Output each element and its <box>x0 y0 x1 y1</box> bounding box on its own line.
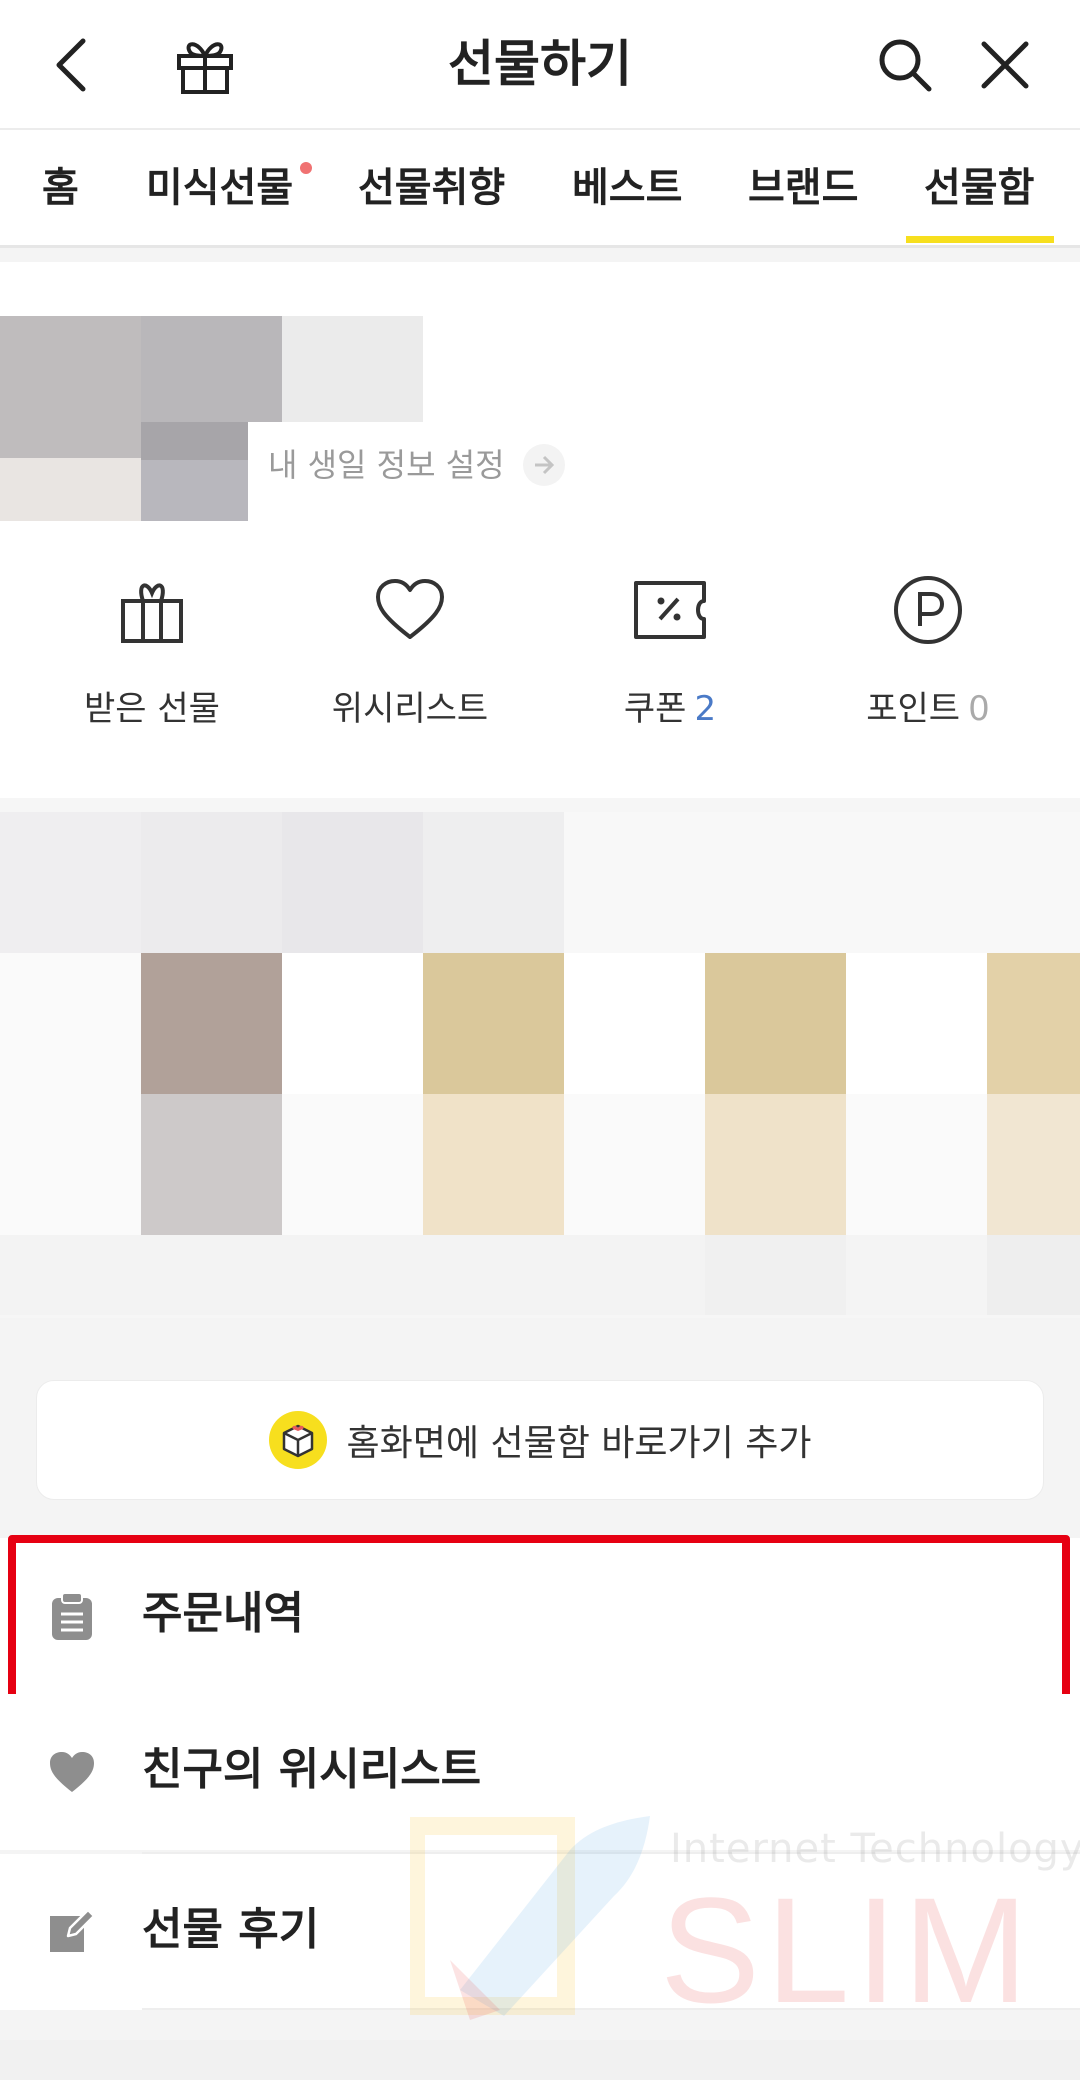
shortcut-label: 홈화면에 선물함 바로가기 추가 <box>346 1423 812 1464</box>
quick-label: 받은 선물 <box>84 689 220 729</box>
tab-giftbox[interactable]: 선물함 <box>924 158 1034 218</box>
quick-point[interactable]: 포인트 0 <box>798 570 1058 750</box>
promo-banner[interactable] <box>0 798 1080 1318</box>
bottom-gray-strip <box>0 2040 1080 2080</box>
edit-icon <box>46 1904 98 1956</box>
category-tabs: 홈 미식선물 선물취향 베스트 브랜드 선물함 <box>0 132 1080 248</box>
point-count: 0 <box>968 689 990 729</box>
coupon-count: 2 <box>694 689 717 729</box>
heart-filled-icon <box>46 1746 98 1798</box>
quick-label: 위시리스트 <box>331 689 489 729</box>
watermark-title: SLIM <box>660 1866 1035 2034</box>
gift-box-shortcut-icon <box>268 1411 327 1469</box>
tab-gourmet[interactable]: 미식선물 <box>146 158 293 218</box>
search-icon[interactable] <box>870 30 940 100</box>
tab-brand[interactable]: 브랜드 <box>748 158 858 218</box>
app-header: 선물하기 <box>0 0 1080 130</box>
add-homescreen-shortcut-button[interactable]: 홈화면에 선물함 바로가기 추가 <box>36 1380 1044 1500</box>
heart-outline-icon <box>370 570 450 650</box>
quick-label: 쿠폰 2 <box>623 689 717 729</box>
section-divider <box>0 248 1080 262</box>
coupon-icon <box>630 570 710 650</box>
highlight-annotation-box <box>8 1535 1070 1703</box>
menu-label: 선물 후기 <box>142 1904 320 1955</box>
point-icon <box>888 570 968 650</box>
tab-best[interactable]: 베스트 <box>572 158 682 218</box>
quick-received-gifts[interactable]: 받은 선물 <box>22 570 282 750</box>
quick-label: 포인트 0 <box>866 689 990 729</box>
tab-taste[interactable]: 선물취향 <box>358 158 505 218</box>
arrow-right-icon <box>522 444 565 486</box>
active-tab-indicator <box>906 236 1054 243</box>
tab-home[interactable]: 홈 <box>42 158 79 218</box>
watermark-rocket-logo <box>407 1810 660 2044</box>
quick-wishlist[interactable]: 위시리스트 <box>280 570 540 750</box>
new-indicator-dot <box>300 162 312 174</box>
quick-coupon[interactable]: 쿠폰 2 <box>540 570 800 750</box>
birthday-setting-link[interactable]: 내 생일 정보 설정 <box>268 440 565 490</box>
close-icon[interactable] <box>970 30 1040 100</box>
menu-label: 친구의 위시리스트 <box>142 1744 482 1795</box>
gift-box-icon <box>112 570 192 650</box>
birthday-setting-label: 내 생일 정보 설정 <box>268 446 505 484</box>
